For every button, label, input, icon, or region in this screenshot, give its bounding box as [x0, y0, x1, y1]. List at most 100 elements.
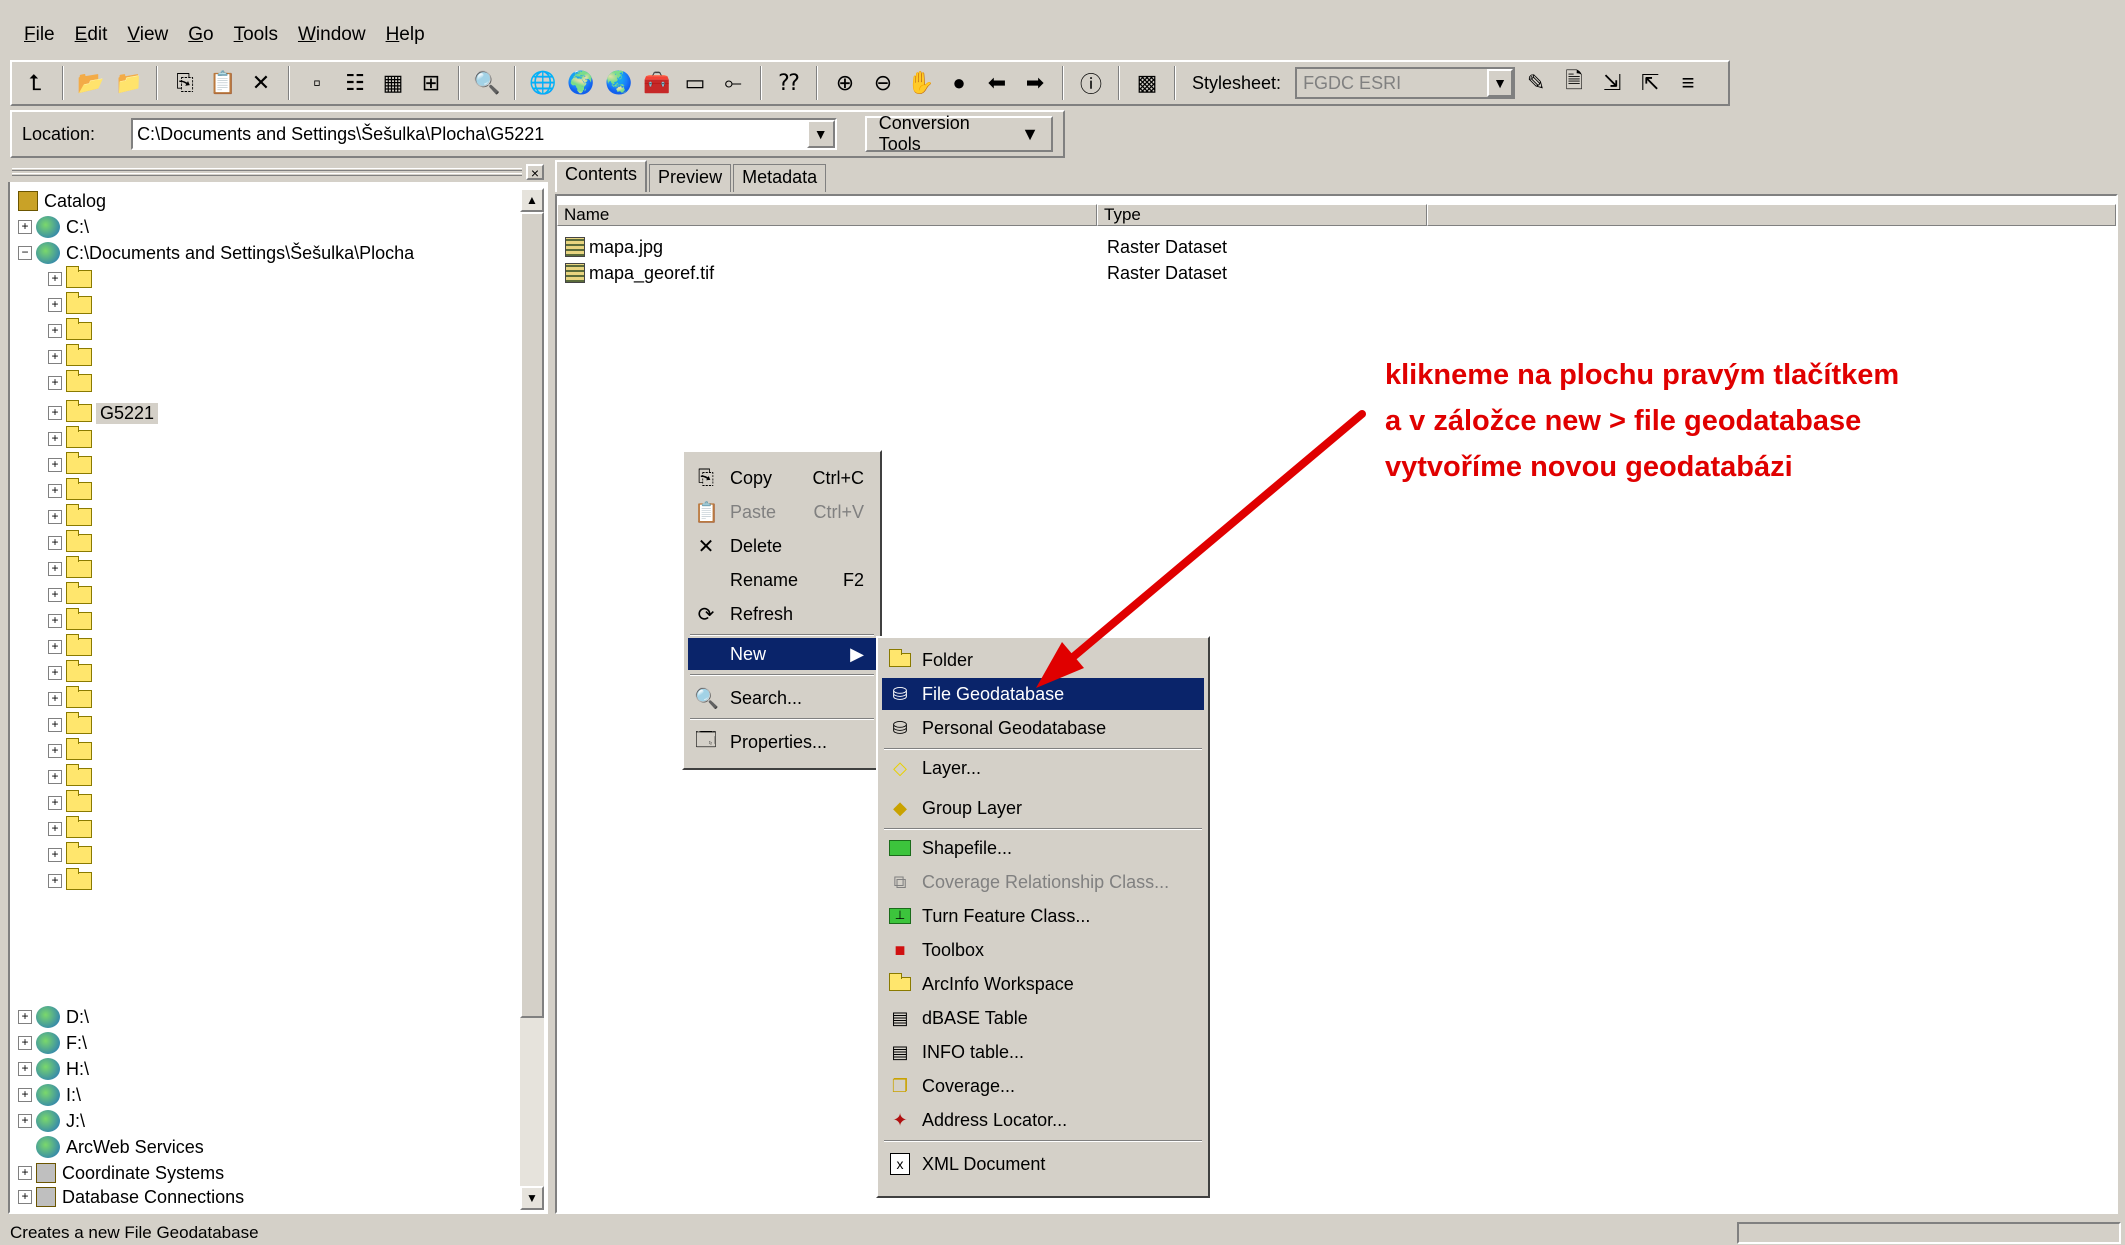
expand-icon[interactable]: + — [48, 536, 62, 550]
expand-icon[interactable]: + — [48, 376, 62, 390]
scroll-down-icon[interactable]: ▼ — [520, 1186, 544, 1210]
menu-window[interactable]: Window — [294, 24, 370, 46]
tree-item-drive-c[interactable]: + C:\ — [18, 214, 89, 240]
expand-icon[interactable]: + — [48, 874, 62, 888]
submenu-item-info-table[interactable]: ▤ INFO table... — [882, 1036, 1204, 1068]
edit-metadata-icon[interactable]: ✎ — [1519, 66, 1553, 100]
search-icon[interactable]: 🔍 — [470, 66, 504, 100]
delete-icon[interactable]: ✕ — [244, 66, 278, 100]
arctoolbox-icon[interactable]: 🧰 — [640, 66, 674, 100]
menu-item-properties[interactable]: 🗔 Properties... — [688, 726, 876, 758]
expand-icon[interactable]: + — [48, 562, 62, 576]
expand-icon[interactable]: + — [48, 432, 62, 446]
list-icon[interactable]: ☷ — [338, 66, 372, 100]
up-one-level-icon[interactable]: ⮤ — [18, 66, 52, 100]
create-thumbnail-icon[interactable]: ▩ — [1130, 66, 1164, 100]
expand-icon[interactable]: + — [48, 796, 62, 810]
tree-item-arcweb[interactable]: ArcWeb Services — [36, 1134, 204, 1160]
file-row[interactable]: mapa_georef.tif Raster Dataset — [565, 260, 1227, 286]
model-builder-icon[interactable]: ⟜ — [716, 66, 750, 100]
command-line-icon[interactable]: ▭ — [678, 66, 712, 100]
expand-icon[interactable]: + — [48, 848, 62, 862]
tree-item-folder[interactable]: + — [48, 868, 96, 894]
tree-item-folder[interactable]: + — [48, 426, 96, 452]
disconnect-folder-icon[interactable]: 📁 — [112, 66, 146, 100]
import-metadata-icon[interactable]: ⇲ — [1595, 66, 1629, 100]
launch-arcmap-icon[interactable]: 🌐 — [526, 66, 560, 100]
expand-icon[interactable]: + — [48, 272, 62, 286]
tree-item-folder[interactable]: + — [48, 478, 96, 504]
whats-this-icon[interactable]: ⁇ — [772, 66, 806, 100]
expand-icon[interactable]: + — [48, 614, 62, 628]
tree-item-database-connections[interactable]: + Database Connections — [18, 1186, 244, 1208]
tree-item-folder[interactable]: + — [48, 842, 96, 868]
expand-icon[interactable]: + — [48, 510, 62, 524]
tree-item-folder[interactable]: + — [48, 790, 96, 816]
expand-icon[interactable]: + — [18, 1114, 32, 1128]
tree-item-plocha[interactable]: − C:\Documents and Settings\Šešulka\Ploc… — [18, 240, 414, 266]
menu-help[interactable]: Help — [382, 24, 429, 46]
expand-icon[interactable]: + — [18, 1166, 32, 1180]
copy-icon[interactable]: ⎘ — [168, 66, 202, 100]
submenu-item-layer[interactable]: ◇ Layer... — [882, 752, 1204, 784]
conversion-tools-button[interactable]: Conversion Tools ▼ — [864, 113, 1053, 154]
tree-grip[interactable]: × — [8, 162, 548, 182]
launch-arcscene-icon[interactable]: 🌏 — [602, 66, 636, 100]
tab-contents[interactable]: Contents — [555, 160, 648, 192]
expand-icon[interactable]: + — [48, 324, 62, 338]
large-icons-icon[interactable]: ▫ — [300, 66, 334, 100]
menu-item-delete[interactable]: ✕ Delete — [688, 530, 876, 562]
metadata-tools-icon[interactable]: ≡ — [1671, 66, 1705, 100]
expand-icon[interactable]: + — [48, 692, 62, 706]
tree-item-folder[interactable]: + — [48, 608, 96, 634]
stylesheet-select[interactable]: FGDC ESRI ▼ — [1295, 67, 1516, 99]
expand-icon[interactable]: + — [48, 666, 62, 680]
tree-item-drive-h[interactable]: + H:\ — [18, 1056, 89, 1082]
expand-icon[interactable]: + — [18, 220, 32, 234]
tree-item-folder[interactable]: + — [48, 556, 96, 582]
expand-icon[interactable]: + — [18, 1010, 32, 1024]
tree-item-folder[interactable]: + — [48, 292, 96, 318]
menu-item-search[interactable]: 🔍 Search... — [688, 682, 876, 714]
expand-icon[interactable]: + — [48, 770, 62, 784]
catalog-tree[interactable]: Catalog + C:\ − C:\Documents and Setting… — [8, 162, 548, 1214]
connect-folder-icon[interactable]: 📂 — [74, 66, 108, 100]
menu-item-paste[interactable]: 📋 Paste Ctrl+V — [688, 496, 876, 528]
submenu-item-shapefile[interactable]: Shapefile... — [882, 832, 1204, 864]
menu-file[interactable]: File — [20, 24, 59, 46]
submenu-item-personal-geodatabase[interactable]: ⛁ Personal Geodatabase — [882, 712, 1204, 744]
tree-item-folder[interactable]: + — [48, 504, 96, 530]
expand-icon[interactable]: + — [48, 744, 62, 758]
zoom-out-icon[interactable]: ⊖ — [866, 66, 900, 100]
submenu-item-file-geodatabase[interactable]: ⛁ File Geodatabase — [882, 678, 1204, 710]
close-icon[interactable]: × — [526, 164, 544, 180]
back-icon[interactable]: ⬅ — [980, 66, 1014, 100]
submenu-item-arcinfo-workspace[interactable]: ArcInfo Workspace — [882, 968, 1204, 1000]
expand-icon[interactable]: + — [48, 588, 62, 602]
tree-item-folder[interactable]: + — [48, 634, 96, 660]
submenu-item-turn-feature-class[interactable]: ⊥ Turn Feature Class... — [882, 900, 1204, 932]
submenu-item-folder[interactable]: Folder — [882, 644, 1204, 676]
expand-icon[interactable]: + — [48, 350, 62, 364]
collapse-icon[interactable]: − — [18, 246, 32, 260]
tree-item-folder[interactable]: + — [48, 582, 96, 608]
column-name[interactable]: Name — [557, 204, 1097, 226]
tree-item-folder[interactable]: + — [48, 530, 96, 556]
expand-icon[interactable]: + — [48, 298, 62, 312]
submenu-item-coverage[interactable]: ❐ Coverage... — [882, 1070, 1204, 1102]
tree-item-folder[interactable]: + — [48, 370, 96, 396]
submenu-item-address-locator[interactable]: ✦ Address Locator... — [882, 1104, 1204, 1136]
menu-item-rename[interactable]: Rename F2 — [688, 564, 876, 596]
pan-icon[interactable]: ✋ — [904, 66, 938, 100]
menu-edit[interactable]: Edit — [71, 24, 112, 46]
tree-item-folder[interactable]: + — [48, 660, 96, 686]
tree-item-drive-i[interactable]: + I:\ — [18, 1082, 81, 1108]
tree-item-g5221[interactable]: + G5221 — [48, 400, 159, 426]
scroll-thumb[interactable] — [520, 212, 544, 1018]
menu-item-copy[interactable]: ⎘ Copy Ctrl+C — [688, 462, 876, 494]
menu-tools[interactable]: Tools — [230, 24, 282, 46]
expand-icon[interactable]: + — [48, 822, 62, 836]
paste-icon[interactable]: 📋 — [206, 66, 240, 100]
details-icon[interactable]: ▦ — [376, 66, 410, 100]
submenu-item-dbase-table[interactable]: ▤ dBASE Table — [882, 1002, 1204, 1034]
